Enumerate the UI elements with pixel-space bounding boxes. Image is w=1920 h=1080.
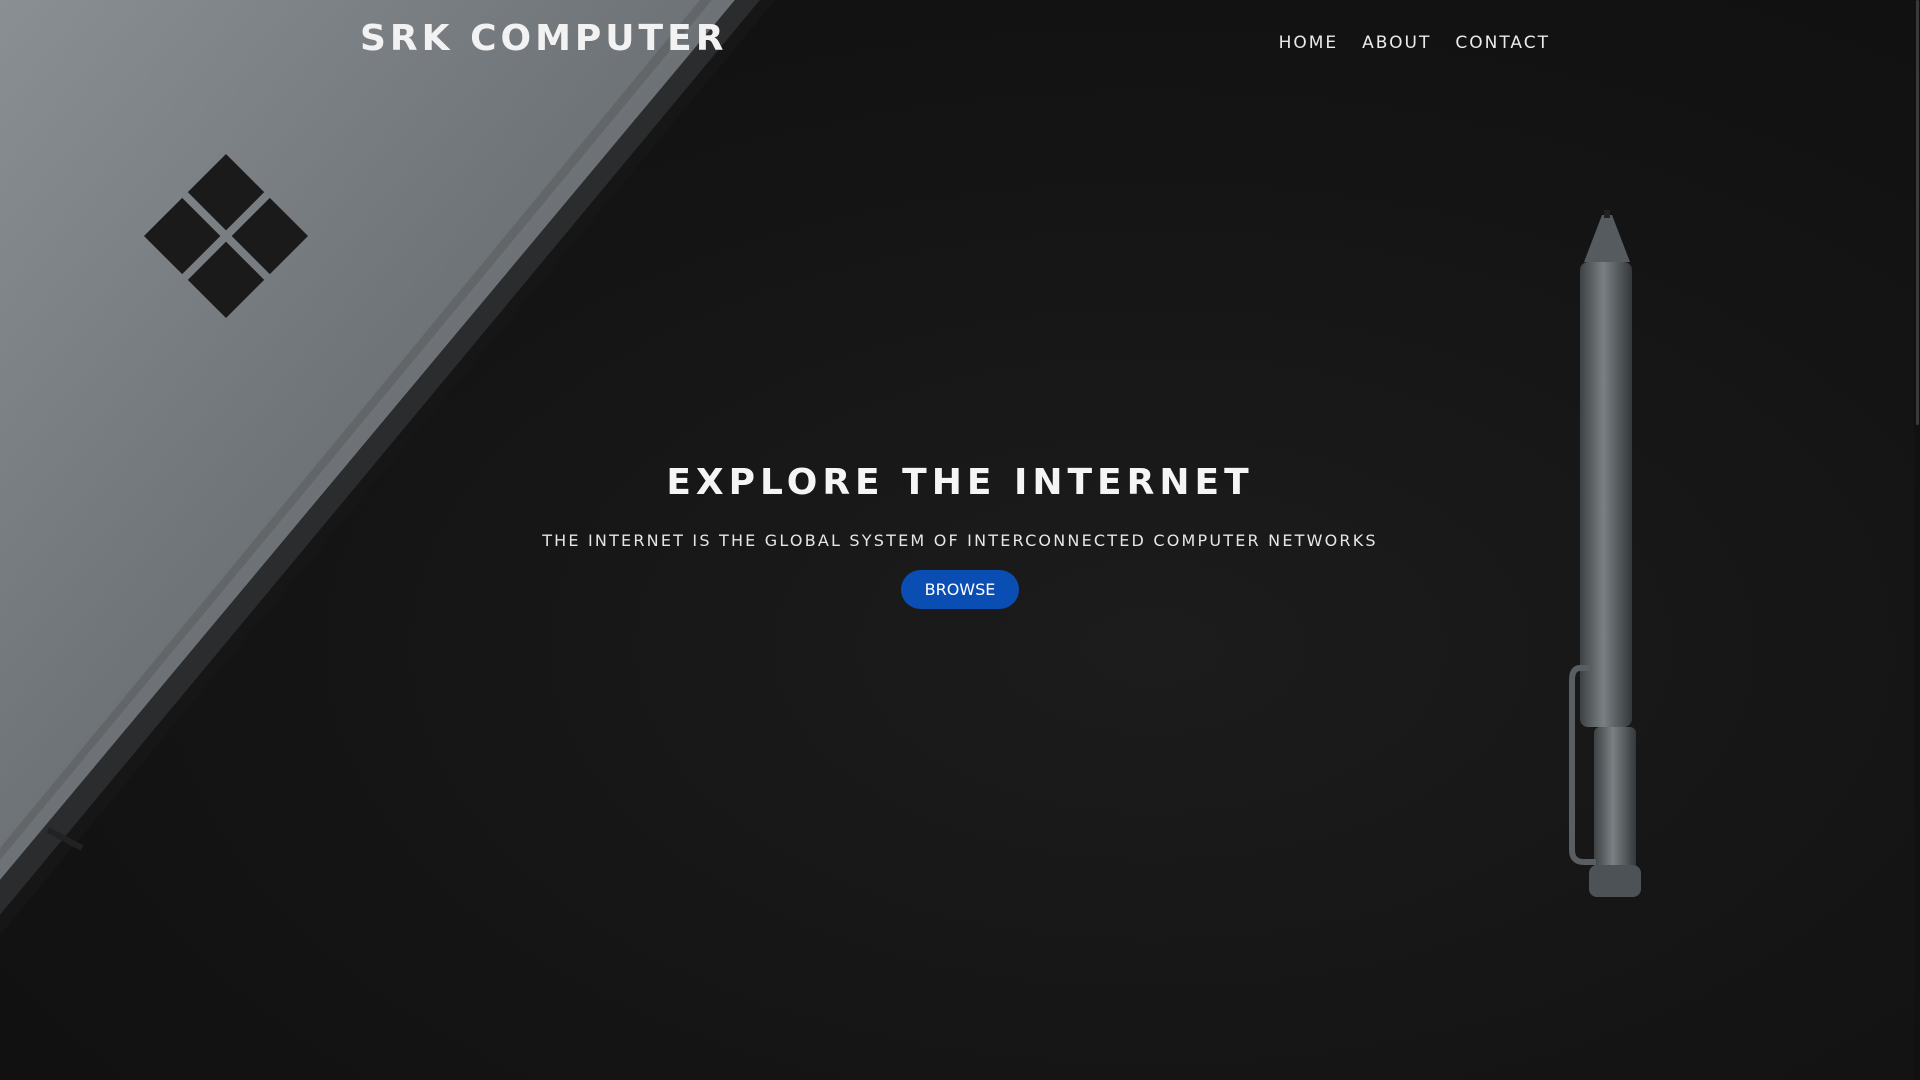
nav-home-link[interactable]: HOME [1279, 33, 1339, 53]
browse-button[interactable]: BROWSE [900, 570, 1020, 609]
nav-contact-link[interactable]: CONTACT [1455, 33, 1550, 53]
site-brand[interactable]: SRK COMPUTER [360, 18, 727, 59]
hero-title: EXPLORE THE INTERNET [666, 462, 1254, 503]
hero-subtitle: THE INTERNET IS THE GLOBAL SYSTEM OF INT… [542, 531, 1378, 550]
hero-section: EXPLORE THE INTERNET THE INTERNET IS THE… [0, 462, 1920, 609]
page: SRK COMPUTER HOME ABOUT CONTACT EXPLORE … [0, 0, 1920, 1080]
main-nav: HOME ABOUT CONTACT [1279, 33, 1550, 53]
scrollbar-thumb[interactable] [1916, 0, 1919, 425]
nav-about-link[interactable]: ABOUT [1362, 33, 1431, 53]
page-scrollbar[interactable] [1914, 0, 1920, 1080]
